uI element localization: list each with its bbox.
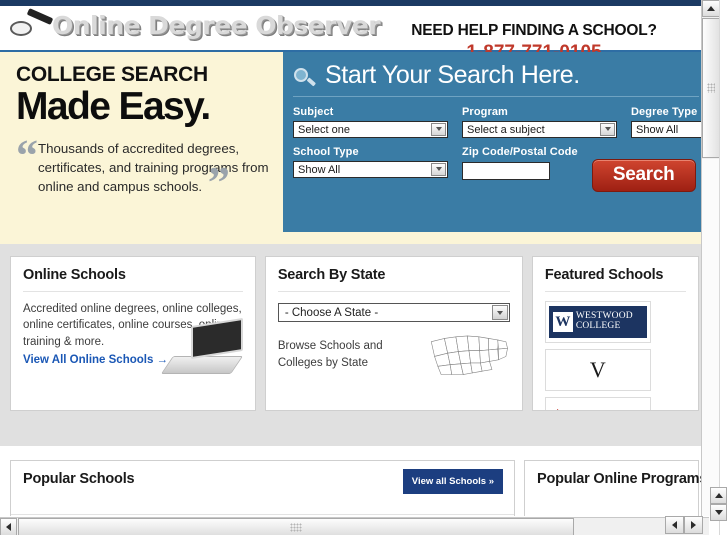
scroll-grip-icon xyxy=(707,83,715,93)
scroll-left-button[interactable] xyxy=(0,518,17,536)
card-search-by-state: Search By State - Choose A State - Brows… xyxy=(264,256,523,411)
card-featured-schools: Featured Schools W WESTWOOD COLLEGE V xyxy=(531,256,699,411)
card-online-schools: Online Schools Accredited online degrees… xyxy=(10,256,256,411)
view-all-online-schools-link[interactable]: View All Online Schools → xyxy=(23,354,168,366)
zip-label: Zip Code/Postal Code xyxy=(462,145,578,158)
browser-viewport: Online Degree Observer NEED HELP FINDING… xyxy=(0,0,727,545)
school-type-label: School Type xyxy=(293,145,359,158)
school-type-select[interactable]: Show All xyxy=(293,160,448,178)
program-select[interactable]: Select a subject xyxy=(462,120,617,138)
featured-logo-lincoln[interactable]: LINCOLN TECHNICAL INSTITUTE xyxy=(544,397,651,410)
site-logo-text: Online Degree Observer xyxy=(52,10,381,40)
search-form-row-2: School Type Show All Zip Code/Postal Cod… xyxy=(293,146,709,192)
field-subject: Subject Select one xyxy=(293,106,448,138)
subject-label: Subject xyxy=(293,105,334,118)
inner-scroll-left-button[interactable] xyxy=(665,516,684,534)
search-panel-header: Start Your Search Here. xyxy=(293,61,699,97)
hero-quote: “ Thousands of accredited degrees, certi… xyxy=(16,131,269,207)
horizontal-scrollbar[interactable] xyxy=(0,517,709,536)
v-logo-text: V xyxy=(589,357,606,382)
usa-map-image xyxy=(430,335,508,375)
subject-select[interactable]: Select one xyxy=(293,120,448,138)
chevron-down-icon[interactable] xyxy=(431,122,446,136)
westwood-mark-icon: W xyxy=(552,312,573,332)
subject-select-value: Select one xyxy=(298,123,350,136)
inner-scroll-up-button[interactable] xyxy=(710,487,727,504)
field-submit: Search xyxy=(591,146,696,192)
site-logo[interactable]: Online Degree Observer xyxy=(8,8,381,41)
vertical-scroll-thumb[interactable] xyxy=(702,18,720,158)
field-degree-type: Degree Type Show All xyxy=(631,106,709,138)
chevron-down-icon[interactable] xyxy=(491,305,508,320)
featured-schools-title: Featured Schools xyxy=(544,267,686,292)
hero-kicker: COLLEGE SEARCH xyxy=(16,63,208,86)
chevron-down-icon[interactable] xyxy=(431,162,446,176)
featured-logo-westwood[interactable]: W WESTWOOD COLLEGE xyxy=(544,301,651,343)
state-note: Browse Schools and Colleges by State xyxy=(277,340,383,369)
help-title: NEED HELP FINDING A SCHOOL? xyxy=(411,22,657,39)
scroll-grip-icon xyxy=(290,522,302,532)
degree-type-label: Degree Type xyxy=(631,105,698,118)
view-all-schools-button[interactable]: View all Schools » xyxy=(402,469,503,494)
search-icon xyxy=(293,63,317,89)
field-school-type: School Type Show All xyxy=(293,146,448,192)
field-program: Program Select a subject xyxy=(462,106,617,138)
hero-copy: COLLEGE SEARCH Made Easy. “ Thousands of… xyxy=(0,52,283,244)
scroll-up-button[interactable] xyxy=(702,0,720,17)
search-by-state-title: Search By State xyxy=(277,267,510,292)
search-panel: Start Your Search Here. Subject Select o… xyxy=(283,52,709,232)
popular-programs-title: Popular Online Programs xyxy=(537,471,708,487)
right-gutter xyxy=(719,0,727,545)
zip-input[interactable] xyxy=(462,161,550,180)
hero-section: COLLEGE SEARCH Made Easy. “ Thousands of… xyxy=(0,52,709,244)
site-header: Online Degree Observer NEED HELP FINDING… xyxy=(0,6,709,63)
search-form: Subject Select one Program Select a subj… xyxy=(293,97,709,192)
card-popular-programs: Popular Online Programs xyxy=(524,460,708,516)
horizontal-scroll-thumb[interactable] xyxy=(18,518,574,536)
state-select[interactable]: - Choose A State - xyxy=(277,303,510,322)
divider xyxy=(11,514,514,515)
westwood-line2: COLLEGE xyxy=(575,321,621,331)
field-zip: Zip Code/Postal Code xyxy=(462,146,578,192)
search-form-row-1: Subject Select one Program Select a subj… xyxy=(293,106,709,138)
school-type-select-value: Show All xyxy=(298,163,341,176)
search-panel-heading: Start Your Search Here. xyxy=(325,61,580,89)
inner-scroll-right-button[interactable] xyxy=(684,516,703,534)
featured-schools-grid: W WESTWOOD COLLEGE V xyxy=(544,301,686,410)
program-label: Program xyxy=(462,105,508,118)
state-select-value: - Choose A State - xyxy=(284,307,379,319)
cards-row: Online Schools Accredited online degrees… xyxy=(0,256,709,411)
inner-vertical-scroll[interactable] xyxy=(710,487,727,521)
lincoln-bolt-icon xyxy=(556,409,571,410)
hero-quote-text: Thousands of accredited degrees, certifi… xyxy=(38,141,269,194)
hero-title: Made Easy. xyxy=(16,85,211,129)
popular-row: Popular Schools View all Schools » Popul… xyxy=(0,446,709,516)
vertical-scroll-track[interactable] xyxy=(702,159,719,516)
inner-scroll-down-button[interactable] xyxy=(710,504,727,521)
lincoln-line1: LINCOLN xyxy=(574,409,640,410)
inner-horizontal-scroll[interactable] xyxy=(665,516,703,534)
degree-type-select[interactable]: Show All xyxy=(631,120,709,138)
bottom-padding xyxy=(0,535,727,545)
featured-logo-v[interactable]: V xyxy=(544,349,651,391)
program-select-value: Select a subject xyxy=(467,123,545,136)
chevron-down-icon[interactable] xyxy=(600,122,615,136)
page-scroll-area: Online Degree Observer NEED HELP FINDING… xyxy=(0,6,709,516)
laptop-image xyxy=(160,317,245,374)
degree-type-select-value: Show All xyxy=(636,123,679,136)
search-button[interactable]: Search xyxy=(591,158,696,192)
vertical-scrollbar[interactable] xyxy=(701,0,720,516)
card-popular-schools: Popular Schools View all Schools » xyxy=(10,460,515,516)
online-schools-title: Online Schools xyxy=(23,267,243,292)
content-band: Online Schools Accredited online degrees… xyxy=(0,244,709,446)
magnifying-glass-icon xyxy=(8,8,56,41)
